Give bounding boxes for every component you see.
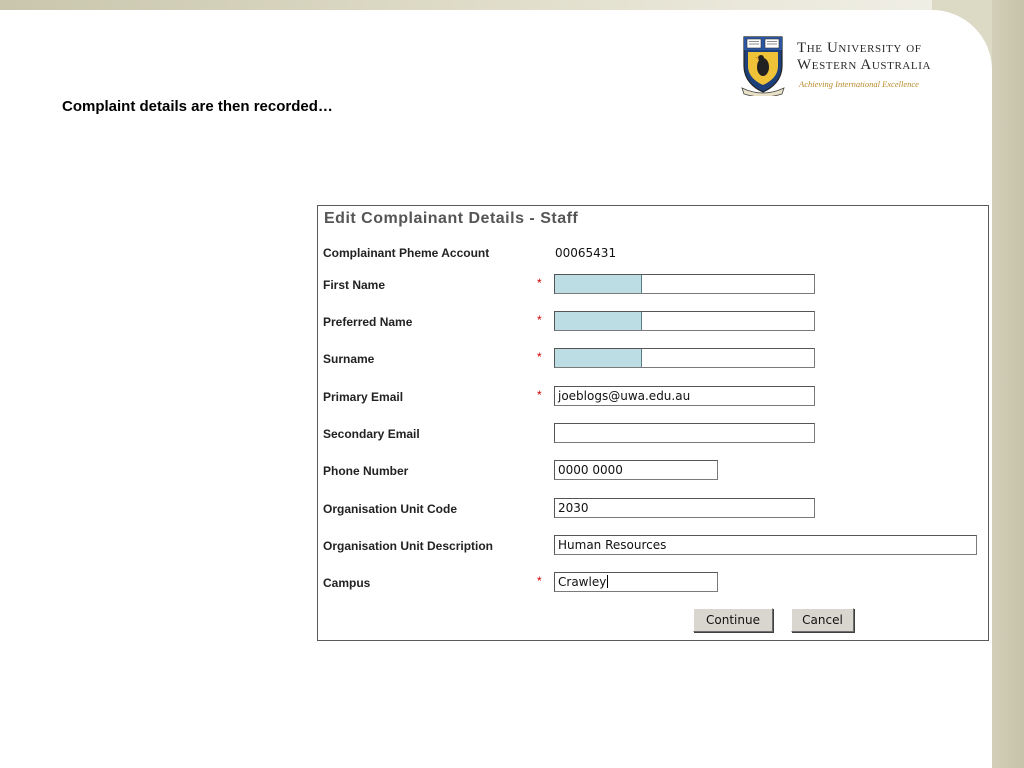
- secondary-email-label: Secondary Email: [323, 427, 420, 441]
- cancel-button[interactable]: Cancel: [791, 608, 854, 632]
- logo-tagline: Achieving International Excellence: [799, 79, 919, 89]
- campus-label: Campus: [323, 576, 371, 590]
- org-unit-code-input[interactable]: 2030: [554, 498, 815, 518]
- campus-input[interactable]: Crawley: [554, 572, 718, 592]
- required-marker: *: [537, 574, 542, 588]
- campus-value: Crawley: [558, 575, 607, 589]
- phone-number-label: Phone Number: [323, 464, 409, 478]
- surname-label: Surname: [323, 352, 375, 366]
- first-name-input[interactable]: [554, 274, 815, 294]
- required-marker: *: [537, 350, 542, 364]
- logo-name-line1: The University of: [797, 40, 922, 56]
- first-name-label: First Name: [323, 278, 386, 292]
- pheme-account-label: Complainant Pheme Account: [323, 246, 490, 260]
- primary-email-label: Primary Email: [323, 390, 404, 404]
- right-decorative-band: [992, 0, 1024, 768]
- text-cursor: [607, 575, 609, 588]
- slide: The University of Western Australia Achi…: [0, 0, 1024, 768]
- org-unit-description-input[interactable]: Human Resources: [554, 535, 977, 555]
- org-unit-code-label: Organisation Unit Code: [323, 502, 458, 516]
- edit-complainant-form: Edit Complainant Details - Staff Complai…: [317, 205, 989, 641]
- phone-number-input[interactable]: 0000 0000: [554, 460, 718, 480]
- surname-input[interactable]: [554, 348, 815, 368]
- field-highlight: [555, 312, 642, 330]
- slide-heading: Complaint details are then recorded…: [62, 98, 333, 115]
- org-unit-description-label: Organisation Unit Description: [323, 539, 494, 553]
- form-title: Edit Complainant Details - Staff: [324, 210, 579, 227]
- pheme-account-value: 00065431: [555, 246, 617, 260]
- logo-name-line2: Western Australia: [797, 57, 932, 73]
- required-marker: *: [537, 313, 542, 327]
- secondary-email-input[interactable]: [554, 423, 815, 443]
- required-marker: *: [537, 388, 542, 402]
- continue-button[interactable]: Continue: [693, 608, 773, 632]
- preferred-name-label: Preferred Name: [323, 315, 413, 329]
- crest-icon: [741, 36, 785, 96]
- university-logo: The University of Western Australia Achi…: [740, 34, 960, 98]
- preferred-name-input[interactable]: [554, 311, 815, 331]
- field-highlight: [555, 349, 642, 367]
- field-highlight: [555, 275, 642, 293]
- primary-email-input[interactable]: joeblogs@uwa.edu.au: [554, 386, 815, 406]
- top-decorative-band: [0, 0, 1024, 10]
- required-marker: *: [537, 276, 542, 290]
